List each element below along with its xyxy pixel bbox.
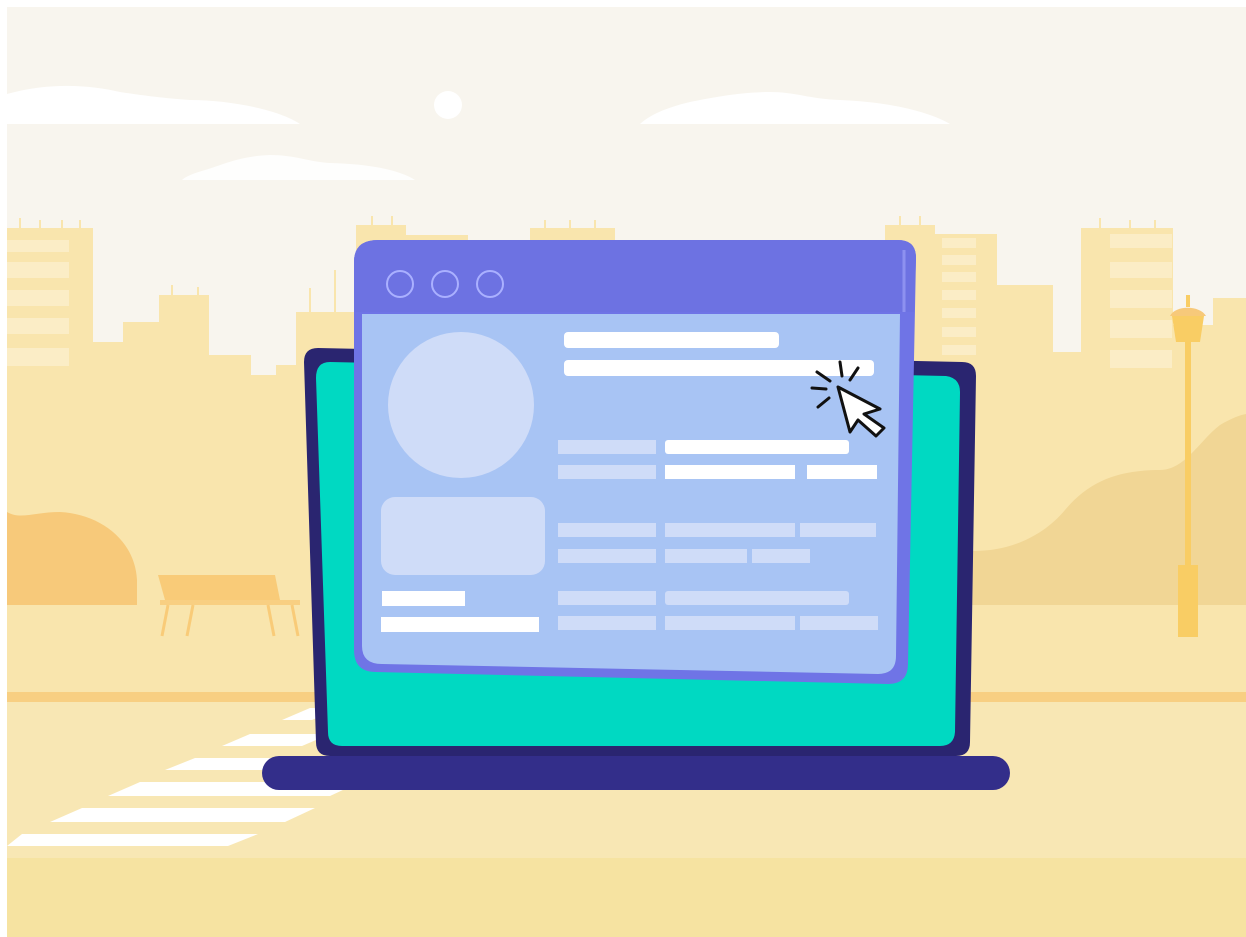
browser-window: [354, 240, 916, 684]
text-placeholder: [558, 440, 656, 454]
text-placeholder: [564, 360, 874, 376]
text-placeholder: [382, 591, 465, 606]
text-placeholder: [752, 549, 810, 563]
text-placeholder: [558, 523, 656, 537]
text-placeholder: [665, 591, 849, 605]
text-placeholder: [665, 465, 795, 479]
text-placeholder: [665, 616, 795, 630]
sun-icon: [434, 91, 462, 119]
text-placeholder: [665, 549, 747, 563]
window-titlebar: [354, 240, 916, 312]
text-placeholder: [665, 523, 795, 537]
text-placeholder: [800, 523, 876, 537]
text-placeholder: [558, 616, 656, 630]
scene-canvas: [0, 0, 1246, 937]
sidewalk: [7, 858, 1246, 937]
text-placeholder: [558, 591, 656, 605]
avatar: [388, 332, 534, 478]
text-placeholder: [564, 332, 779, 348]
text-placeholder: [665, 440, 849, 454]
illustration-scene: [0, 0, 1246, 937]
text-placeholder: [807, 465, 877, 479]
text-placeholder: [558, 549, 656, 563]
text-placeholder: [558, 465, 656, 479]
building: [276, 365, 296, 632]
text-placeholder: [800, 616, 878, 630]
card-placeholder: [381, 497, 545, 575]
text-placeholder: [381, 617, 539, 632]
laptop-base: [262, 756, 1010, 790]
